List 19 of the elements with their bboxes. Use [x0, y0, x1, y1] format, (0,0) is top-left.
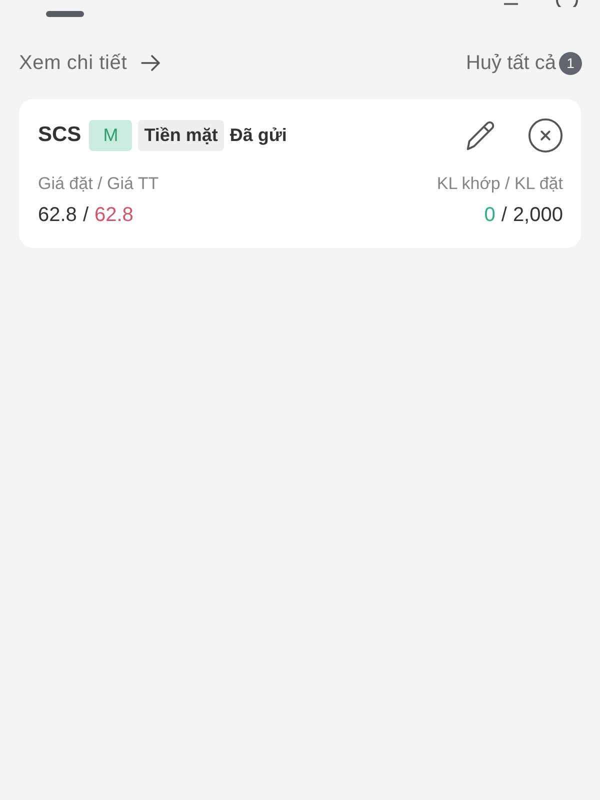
separator: /	[82, 204, 88, 227]
separator: /	[501, 204, 507, 227]
price-label: Giá đặt / Giá TT	[38, 174, 159, 194]
close-icon[interactable]	[528, 118, 563, 152]
order-status: Đã gửi	[230, 124, 287, 146]
volume-label: KL khớp / KL đặt	[436, 174, 563, 194]
dash-icon	[504, 3, 518, 5]
view-details-link[interactable]: Xem chi tiết	[19, 52, 128, 74]
ordered-volume: 2,000	[512, 204, 563, 227]
matched-volume: 0	[484, 204, 496, 227]
market-price: 62.8	[94, 204, 134, 227]
stock-symbol: SCS	[38, 123, 82, 147]
order-tag: Tiền mặt	[138, 120, 224, 150]
order-price: 62.8	[38, 204, 77, 227]
tab-indicator	[46, 11, 84, 17]
arrow-right-icon	[141, 55, 162, 71]
order-tag: M	[89, 120, 132, 150]
cancel-all-link[interactable]: Huỷ tất cả	[466, 52, 556, 74]
count-badge: 1	[559, 52, 582, 74]
